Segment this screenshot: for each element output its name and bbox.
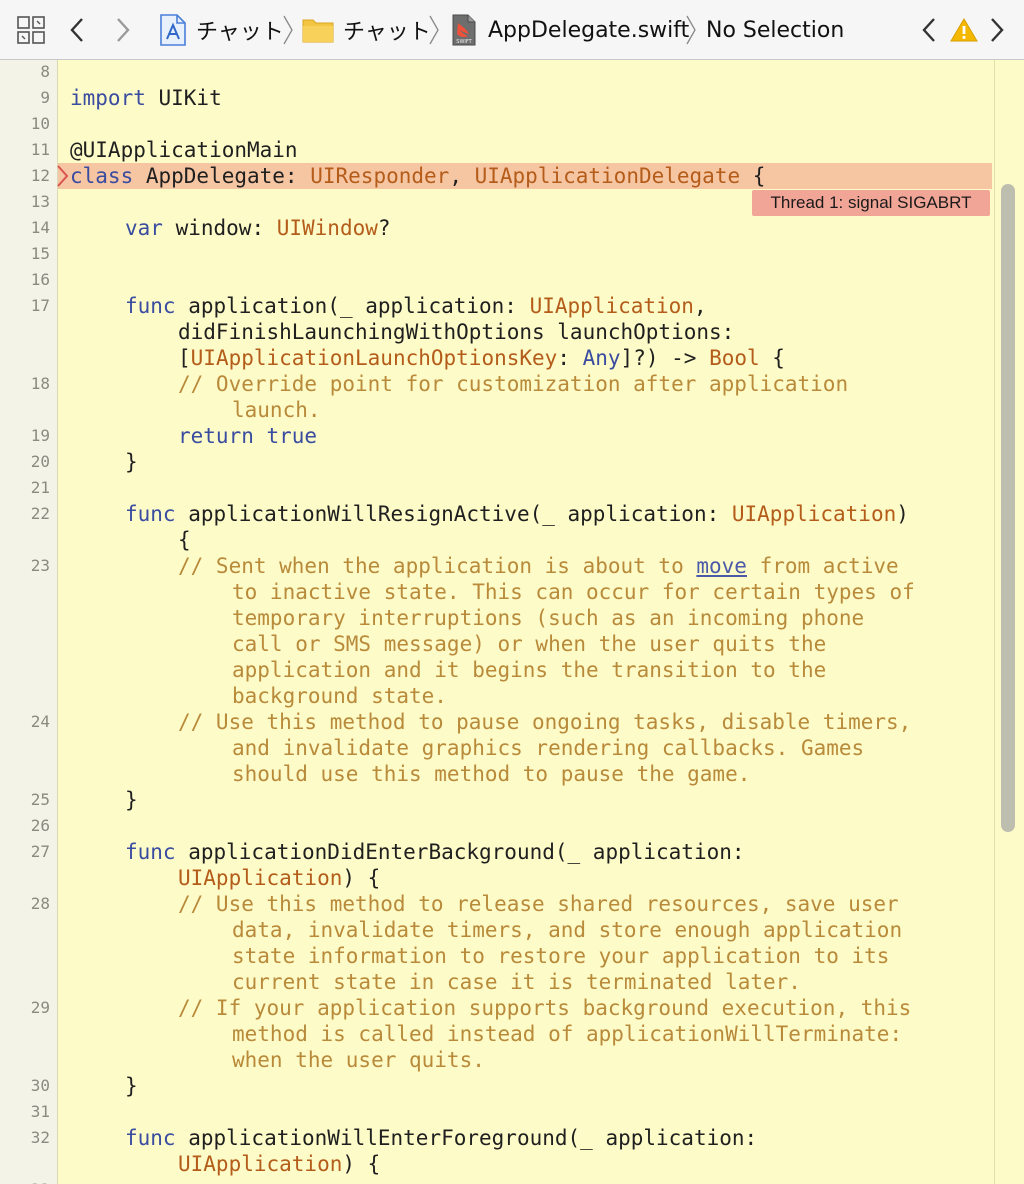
move-link[interactable]: move [696, 554, 747, 578]
source-editor[interactable]: 8 9 10 11 12 13 14 15 16 17 18 19 20 21 … [0, 60, 1024, 1184]
line-number: 24 [30, 712, 50, 731]
breadcrumb-label: チャット [343, 20, 431, 45]
code-line: { [178, 528, 191, 552]
code-comment: application and it begins the transition… [232, 658, 827, 682]
code-comment: and invalidate graphics rendering callba… [232, 736, 865, 760]
line-number: 19 [30, 426, 50, 445]
code-line: import UIKit [70, 86, 222, 110]
line-number: 31 [30, 1102, 50, 1121]
line-number: 25 [30, 790, 50, 809]
breadcrumb-separator-icon [686, 15, 696, 45]
code-comment: state information to restore your applic… [232, 944, 890, 968]
chevron-right-icon [991, 18, 1004, 42]
line-number-gutter[interactable]: 8 9 10 11 12 13 14 15 16 17 18 19 20 21 … [0, 60, 58, 1184]
line-number: 23 [30, 556, 50, 575]
code-line: func applicationWillResignActive(_ appli… [125, 502, 909, 526]
line-number: 16 [30, 270, 50, 289]
code-line: var window: UIWindow? [125, 216, 391, 240]
project-icon [160, 14, 186, 46]
line-number: 22 [30, 504, 50, 523]
related-items-icon [17, 16, 45, 44]
line-number: 30 [30, 1076, 50, 1095]
related-items-button[interactable] [16, 0, 46, 60]
code-line: func applicationDidEnterBackground(_ app… [125, 840, 745, 864]
line-number: 10 [30, 114, 50, 133]
next-issue-button[interactable] [986, 0, 1008, 60]
line-number: 20 [30, 452, 50, 471]
chevron-left-icon [922, 18, 935, 42]
code-line: didFinishLaunchingWithOptions launchOpti… [178, 320, 735, 344]
line-number: 18 [30, 374, 50, 393]
scrollbar-thumb[interactable] [1001, 184, 1015, 832]
folder-icon [302, 19, 334, 43]
line-number: 32 [30, 1128, 50, 1147]
code-comment: // Use this method to release shared res… [178, 892, 899, 916]
code-line: } [125, 450, 138, 474]
line-number: 26 [30, 816, 50, 835]
error-indicator-icon[interactable] [56, 164, 70, 188]
forward-button[interactable] [112, 0, 134, 60]
code-line: } [125, 1074, 138, 1098]
code-line: [UIApplicationLaunchOptionsKey: Any]?) -… [178, 346, 785, 370]
breadcrumb-separator-icon [283, 15, 293, 45]
error-annotation[interactable]: Thread 1: signal SIGABRT [752, 190, 990, 216]
svg-text:SWIFT: SWIFT [456, 39, 472, 45]
breadcrumb-file[interactable]: SWIFT AppDelegate.swift [450, 0, 689, 60]
line-number: 27 [30, 842, 50, 861]
code-comment: // Override point for customization afte… [178, 372, 849, 396]
code-comment: method is called instead of applicationW… [232, 1022, 903, 1046]
line-number: 12 [30, 166, 50, 185]
code-comment: to inactive state. This can occur for ce… [232, 580, 915, 604]
breadcrumb-separator-icon [429, 15, 439, 45]
code-line: UIApplication) { [178, 1152, 381, 1176]
breadcrumb-symbol[interactable]: No Selection [706, 0, 844, 60]
code-comment: // If your application supports backgrou… [178, 996, 912, 1020]
warning-icon [950, 18, 978, 42]
swift-file-icon: SWIFT [452, 14, 476, 46]
code-line: class AppDelegate: UIResponder, UIApplic… [70, 164, 766, 188]
line-number: 17 [30, 296, 50, 315]
code-comment: launch. [232, 398, 321, 422]
code-comment: current state in case it is terminated l… [232, 970, 801, 994]
code-comment: background state. [232, 684, 447, 708]
code-comment: data, invalidate timers, and store enoug… [232, 918, 903, 942]
breadcrumb-project[interactable]: チャット [158, 0, 284, 60]
code-comment: should use this method to pause the game… [232, 762, 751, 786]
code-line: } [125, 788, 138, 812]
line-number: 9 [40, 88, 50, 107]
chevron-right-icon [117, 18, 130, 42]
line-number: 33 [0, 1177, 50, 1184]
back-button[interactable] [66, 0, 88, 60]
breadcrumb-label: No Selection [706, 17, 845, 43]
breadcrumb-label: AppDelegate.swift [488, 17, 690, 43]
breadcrumb-label: チャット [196, 20, 284, 45]
jump-bar: チャット チャット SWIFT AppDelegate.swift No Sel… [0, 0, 1024, 60]
code-comment: // Use this method to pause ongoing task… [178, 710, 912, 734]
code-line: UIApplication) { [178, 866, 381, 890]
line-number: 11 [30, 140, 50, 159]
code-line: return true [178, 424, 318, 448]
line-number: 15 [30, 244, 50, 263]
line-number: 29 [30, 998, 50, 1017]
code-comment: temporary interruptions (such as an inco… [232, 606, 865, 630]
line-number: 21 [30, 478, 50, 497]
code-comment: when the user quits. [232, 1048, 485, 1072]
code-line: func applicationWillEnterForeground(_ ap… [125, 1126, 758, 1150]
previous-issue-button[interactable] [918, 0, 940, 60]
breadcrumb-folder[interactable]: チャット [302, 0, 431, 60]
chevron-left-icon [70, 18, 83, 42]
code-line: func application(_ application: UIApplic… [125, 294, 707, 318]
line-number: 13 [30, 192, 50, 211]
code-line: @UIApplicationMain [70, 138, 298, 162]
issue-indicator[interactable] [950, 0, 978, 60]
line-number: 8 [40, 62, 50, 81]
line-number: 28 [30, 894, 50, 913]
code-comment: // Sent when the application is about to… [178, 554, 899, 578]
code-comment: call or SMS message) or when the user qu… [232, 632, 827, 656]
line-number: 14 [30, 218, 50, 237]
